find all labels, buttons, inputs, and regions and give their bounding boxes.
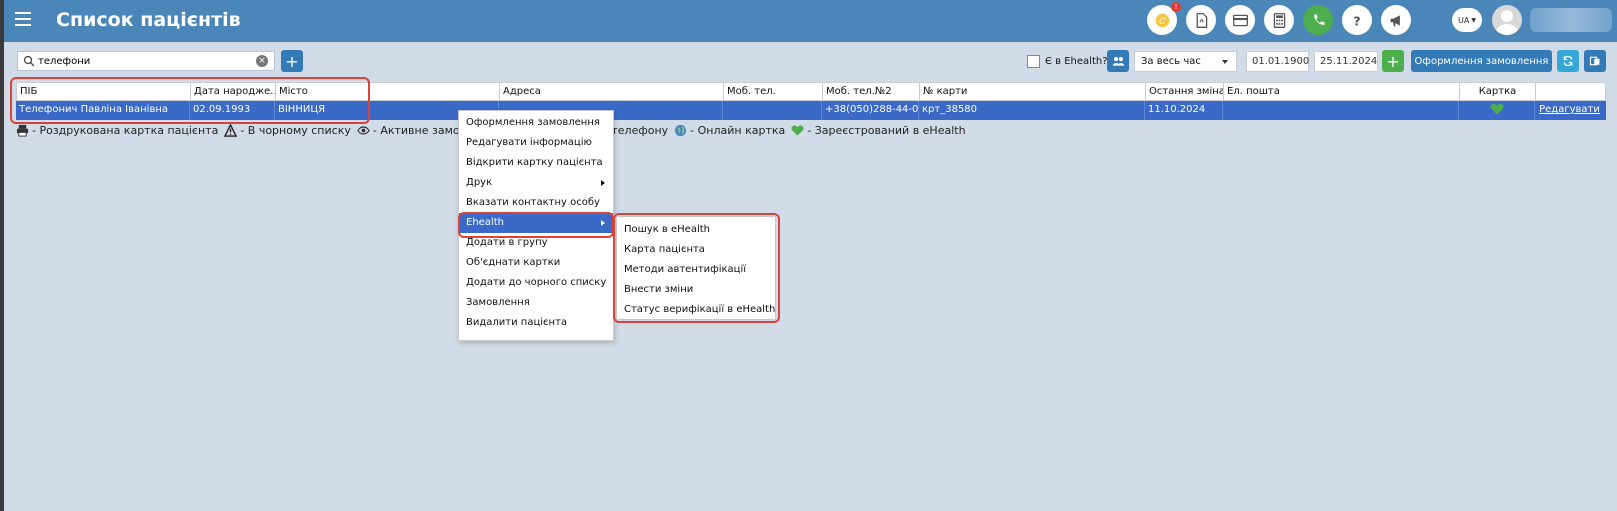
- help-icon[interactable]: ?: [1342, 5, 1372, 35]
- submenu-item-make-changes[interactable]: Внести зміни: [617, 280, 775, 300]
- export-button[interactable]: [1584, 50, 1606, 72]
- cell-last-change: 11.10.2024: [1145, 101, 1223, 120]
- eye-icon: [357, 126, 370, 135]
- cell-card-number: крт_38580: [919, 101, 1145, 120]
- printer-icon: [16, 124, 29, 137]
- column-header-last-change[interactable]: Остання зміна: [1146, 83, 1224, 101]
- megaphone-icon[interactable]: [1381, 5, 1411, 35]
- users-icon: [1112, 56, 1124, 66]
- refresh-button[interactable]: [1557, 50, 1579, 72]
- refresh-icon: [1563, 55, 1573, 67]
- menu-item-add-to-group[interactable]: Додати в групу: [459, 233, 613, 253]
- cell-phone: [723, 101, 822, 120]
- date-from-input[interactable]: 01.01.1900: [1246, 51, 1309, 72]
- app-logo-icon[interactable]: C !: [1147, 2, 1181, 35]
- search-box[interactable]: ×: [17, 51, 275, 71]
- window-left-edge: [0, 0, 4, 511]
- cell-edit: Редагувати: [1535, 101, 1604, 120]
- column-header-city[interactable]: Місто: [276, 83, 500, 101]
- heart-icon: [791, 125, 804, 136]
- menu-item-print[interactable]: Друк: [459, 173, 613, 193]
- menu-item-merge-cards[interactable]: Об'єднати картки: [459, 253, 613, 273]
- menu-item-open-card[interactable]: Відкрити картку пацієнта: [459, 153, 613, 173]
- notification-badge: !: [1171, 2, 1181, 12]
- chevron-right-icon: [601, 220, 605, 226]
- app-header: Список пацієнтів C ! ? UA ▼: [4, 0, 1617, 42]
- submenu-item-verification-status[interactable]: Статус верифікації в eHealth: [617, 300, 775, 320]
- chevron-down-icon: [1222, 60, 1228, 64]
- card-icon[interactable]: [1225, 5, 1255, 35]
- menu-item-contact-person[interactable]: Вказати контактну особу: [459, 193, 613, 213]
- add-patient-button[interactable]: +: [281, 50, 303, 72]
- heart-icon: [1489, 103, 1504, 115]
- legend-ehealth: - Зареєстрований в eHealth: [807, 124, 966, 137]
- edit-link[interactable]: Редагувати: [1539, 104, 1600, 115]
- avatar[interactable]: [1492, 5, 1522, 35]
- clear-search-icon[interactable]: ×: [256, 55, 268, 67]
- ehealth-filter-checkbox[interactable]: [1027, 55, 1040, 68]
- order-button[interactable]: Оформлення замовлення: [1411, 50, 1552, 72]
- legend-online: - Онлайн картка: [690, 124, 786, 137]
- legend-printed: - Роздрукована картка пацієнта: [32, 124, 219, 137]
- phone-icon[interactable]: [1303, 5, 1333, 35]
- warning-icon: [224, 124, 238, 137]
- legend-blacklist: - В чорному списку: [240, 124, 351, 137]
- search-input[interactable]: [38, 53, 248, 69]
- copy-icon: [1589, 56, 1600, 66]
- cell-birth-date: 02.09.1993: [190, 101, 275, 120]
- column-header-address[interactable]: Адреса: [500, 83, 724, 101]
- cell-email: [1223, 101, 1459, 120]
- svg-text:C: C: [1159, 16, 1166, 26]
- context-menu: Оформлення замовлення Редагувати інформа…: [458, 110, 614, 341]
- submenu-item-patient-card[interactable]: Карта пацієнта: [617, 240, 775, 260]
- patients-table: ПІБ Дата народже... Місто Адреса Моб. те…: [16, 82, 1606, 120]
- menu-item-delete-patient[interactable]: Видалити пацієнта: [459, 313, 613, 333]
- chevron-down-icon: ▼: [1471, 16, 1476, 24]
- date-to-input[interactable]: 25.11.2024: [1314, 51, 1378, 72]
- column-header-actions: [1536, 83, 1605, 101]
- add-button[interactable]: +: [1382, 50, 1404, 72]
- calculator-icon[interactable]: [1264, 5, 1294, 35]
- cell-card: [1459, 101, 1535, 120]
- column-header-card-number[interactable]: № карти: [920, 83, 1146, 101]
- menu-item-orders[interactable]: Замовлення: [459, 293, 613, 313]
- svg-text:?: ?: [1353, 14, 1360, 28]
- menu-item-add-to-blacklist[interactable]: Додати до чорного списку: [459, 273, 613, 293]
- column-header-card[interactable]: Картка: [1460, 83, 1536, 101]
- pdf-icon[interactable]: [1186, 5, 1216, 35]
- submenu-item-auth-methods[interactable]: Методи автентифікації: [617, 260, 775, 280]
- column-header-name[interactable]: ПІБ: [17, 83, 191, 101]
- menu-item-ehealth[interactable]: Ehealth: [459, 213, 613, 233]
- menu-item-edit-info[interactable]: Редагувати інформацію: [459, 133, 613, 153]
- table-header: ПІБ Дата народже... Місто Адреса Моб. те…: [16, 82, 1606, 101]
- table-row[interactable]: Телефонич Павліна Іванівна 02.09.1993 ВІ…: [16, 101, 1606, 120]
- globe-icon: [675, 124, 687, 137]
- chevron-right-icon: [601, 180, 605, 186]
- cell-name: Телефонич Павліна Іванівна: [16, 101, 190, 120]
- hamburger-menu-icon[interactable]: [15, 12, 31, 29]
- page-title: Список пацієнтів: [56, 9, 241, 31]
- language-selector[interactable]: UA ▼: [1452, 8, 1482, 32]
- ehealth-filter-label: Є в Ehealth?: [1045, 56, 1108, 67]
- ehealth-submenu: Пошук в eHealth Карта пацієнта Методи ав…: [616, 216, 776, 320]
- column-header-phone[interactable]: Моб. тел.: [724, 83, 823, 101]
- patient-groups-button[interactable]: [1107, 50, 1129, 72]
- column-header-phone2[interactable]: Моб. тел.№2: [823, 83, 920, 101]
- column-header-birth-date[interactable]: Дата народже...: [191, 83, 276, 101]
- period-select[interactable]: За весь час: [1134, 51, 1237, 72]
- menu-item-order[interactable]: Оформлення замовлення: [459, 113, 613, 133]
- column-header-email[interactable]: Ел. пошта: [1224, 83, 1460, 101]
- submenu-item-search-ehealth[interactable]: Пошук в eHealth: [617, 220, 775, 240]
- search-icon: [23, 55, 35, 67]
- user-name-blurred[interactable]: [1530, 8, 1612, 32]
- cell-phone2: +38(050)288-44-04: [822, 101, 919, 120]
